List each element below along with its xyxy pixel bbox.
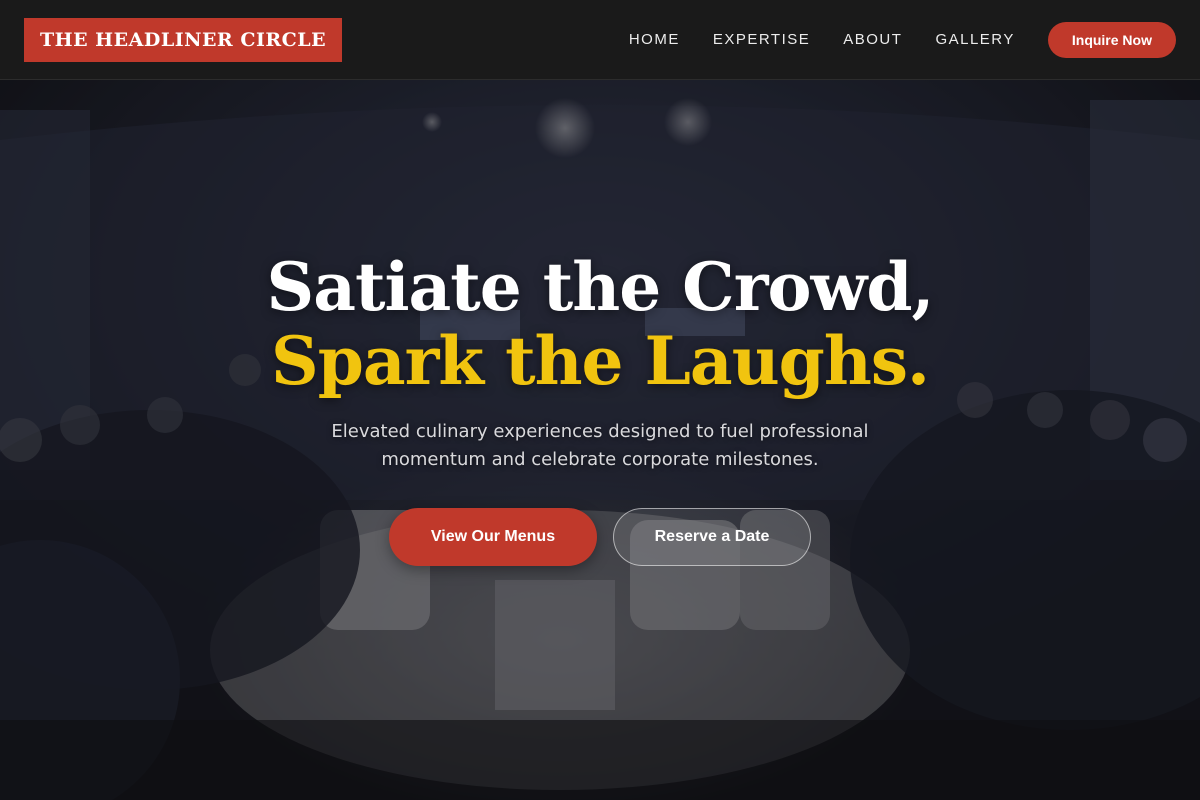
hero-headline-line2: Spark the Laughs. xyxy=(271,322,930,400)
nav-link-expertise[interactable]: EXPERTISE xyxy=(713,31,810,48)
nav-link-about[interactable]: ABOUT xyxy=(843,31,902,48)
site-logo[interactable]: THE HEADLINER CIRCLE xyxy=(24,17,343,62)
view-menus-button[interactable]: View Our Menus xyxy=(389,508,597,566)
hero-content: Satiate the Crowd, Spark the Laughs. Ele… xyxy=(0,250,1200,566)
hero-subtitle: Elevated culinary experiences designed t… xyxy=(331,421,869,470)
reserve-date-button[interactable]: Reserve a Date xyxy=(613,508,811,566)
inquire-now-button[interactable]: Inquire Now xyxy=(1047,21,1176,58)
hero-headline-line1: Satiate the Crowd, xyxy=(266,248,935,326)
hero-headline: Satiate the Crowd, Spark the Laughs. xyxy=(0,250,1200,398)
site-header: THE HEADLINER CIRCLE HOME EXPERTISE ABOU… xyxy=(0,0,1200,80)
main-nav: HOME EXPERTISE ABOUT GALLERY Inquire Now xyxy=(629,21,1176,58)
hero-section: Satiate the Crowd, Spark the Laughs. Ele… xyxy=(0,80,1200,800)
hero-actions: View Our Menus Reserve a Date xyxy=(0,508,1200,566)
nav-link-home[interactable]: HOME xyxy=(629,31,680,48)
nav-link-gallery[interactable]: GALLERY xyxy=(935,31,1014,48)
